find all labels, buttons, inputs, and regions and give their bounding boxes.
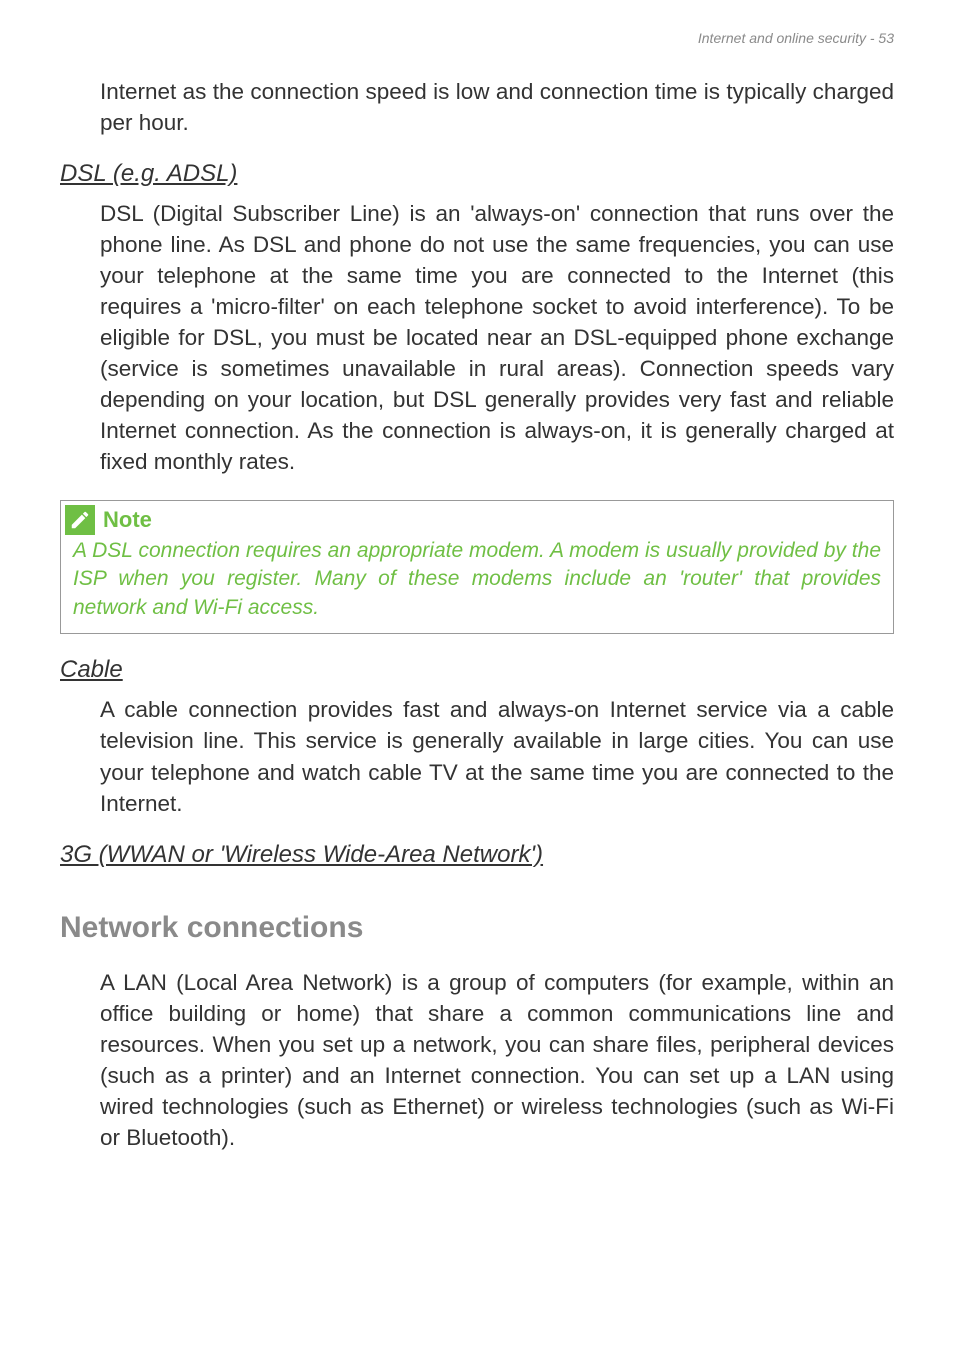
dsl-body: DSL (Digital Subscriber Line) is an 'alw… <box>100 198 894 477</box>
note-header: Note <box>61 501 893 535</box>
network-connections-heading: Network connections <box>60 911 894 945</box>
note-icon <box>65 505 95 535</box>
document-page: Internet and online security - 53 Intern… <box>0 0 954 1352</box>
cable-heading: Cable <box>60 656 894 684</box>
page-header: Internet and online security - 53 <box>60 30 894 46</box>
threeg-heading: 3G (WWAN or 'Wireless Wide-Area Network'… <box>60 841 894 869</box>
dsl-heading: DSL (e.g. ADSL) <box>60 160 894 188</box>
intro-paragraph: Internet as the connection speed is low … <box>100 76 894 138</box>
note-box: Note A DSL connection requires an approp… <box>60 500 894 635</box>
note-body: A DSL connection requires an appropriate… <box>61 535 893 634</box>
cable-body: A cable connection provides fast and alw… <box>100 694 894 818</box>
pencil-icon <box>69 509 91 531</box>
note-title: Note <box>103 507 152 533</box>
network-connections-body: A LAN (Local Area Network) is a group of… <box>100 967 894 1153</box>
